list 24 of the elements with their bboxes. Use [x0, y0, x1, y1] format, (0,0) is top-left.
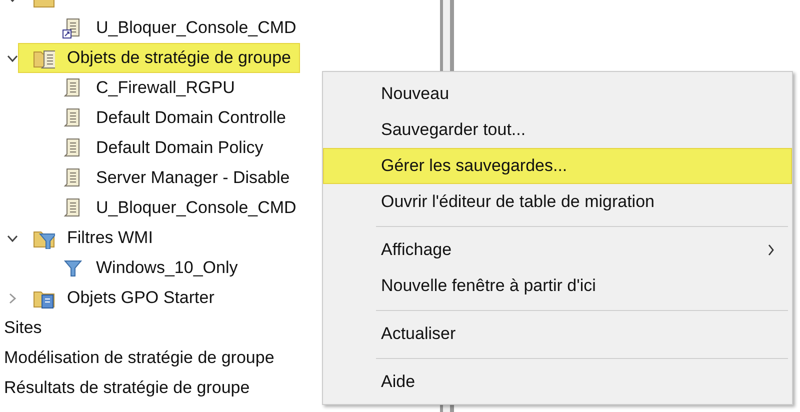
menu-item[interactable]: Actualiser — [323, 316, 792, 352]
menu-item[interactable]: Affichage — [323, 232, 792, 268]
tree-item[interactable]: Default Domain Controlle — [47, 103, 295, 133]
tree-item[interactable]: Résultats de stratégie de groupe — [4, 375, 250, 401]
menu-item[interactable]: Sauvegarder tout... — [323, 112, 792, 148]
expanded-chevron-icon[interactable] — [7, 232, 18, 244]
collapsed-chevron-icon[interactable] — [7, 292, 18, 304]
menu-item[interactable]: Gérer les sauvegardes... — [323, 148, 792, 184]
menu-item[interactable]: Ouvrir l'éditeur de table de migration — [323, 184, 792, 220]
menu-item[interactable]: Aide — [323, 364, 792, 400]
tree-item[interactable]: U_Bloquer_Console_CMD — [47, 13, 306, 43]
tree-item[interactable]: Objets GPO Starter — [18, 283, 224, 313]
tree-item[interactable]: U_Bloquer_Console_CMD — [47, 193, 306, 223]
menu-item[interactable]: Nouvelle fenêtre à partir d'ici — [323, 268, 792, 304]
menu-item[interactable]: Nouveau — [323, 76, 792, 112]
tree-item[interactable]: Server Manager - Disable — [47, 163, 299, 193]
expanded-chevron-icon[interactable] — [7, 52, 18, 64]
tree-item[interactable]: C_Firewall_RGPU — [47, 73, 244, 103]
tree-item[interactable]: Filtres WMI — [18, 223, 162, 253]
tree-item[interactable]: Default Domain Policy — [47, 133, 272, 163]
tree-item[interactable]: Objets de stratégie de groupe — [18, 43, 300, 73]
tree-item[interactable]: Windows_10_Only — [47, 253, 247, 283]
tree-item[interactable]: Modélisation de stratégie de groupe — [4, 345, 274, 371]
tree-item[interactable]: Sites — [4, 315, 42, 341]
